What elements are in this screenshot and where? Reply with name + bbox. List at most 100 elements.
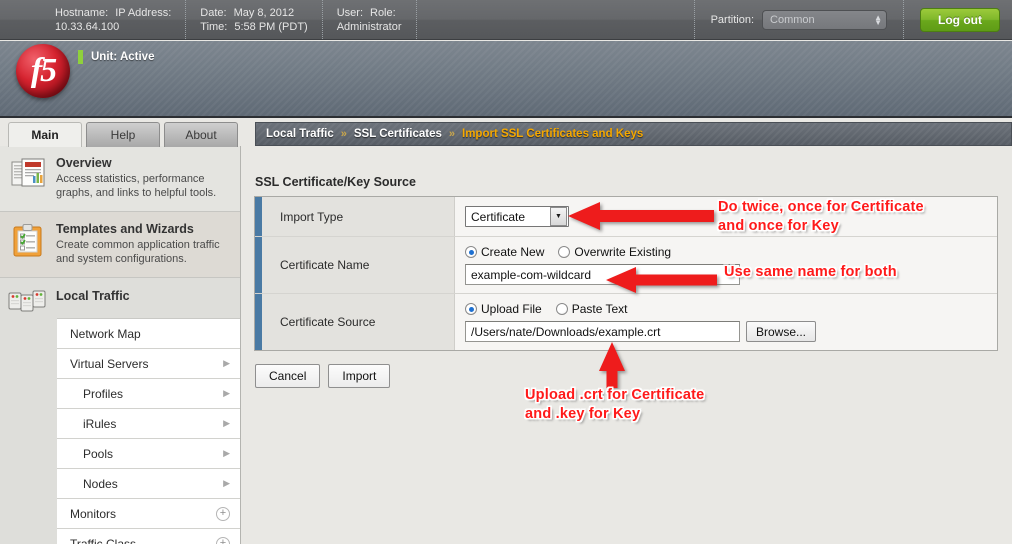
sidebar-item-profiles[interactable]: Profiles ▶: [57, 379, 240, 409]
sidebar-block-templates-and-wizards[interactable]: Templates and Wizards Create common appl…: [0, 212, 240, 278]
sidebar-item-irules[interactable]: iRules ▶: [57, 409, 240, 439]
browse-button[interactable]: Browse...: [746, 321, 817, 342]
import-button[interactable]: Import: [328, 364, 391, 388]
chevron-right-icon: ▶: [223, 418, 230, 428]
sidebar-item-label: Profiles: [83, 386, 124, 401]
cancel-button[interactable]: Cancel: [255, 364, 321, 388]
sidebar-item-label: Nodes: [83, 476, 118, 491]
clipboard-icon: [8, 222, 48, 266]
hostname-label: Hostname:: [55, 6, 109, 19]
sidebar-item-network-map[interactable]: Network Map: [57, 319, 240, 349]
topbar-spacer: [417, 0, 695, 39]
chevron-right-icon: ▶: [223, 448, 230, 458]
hostname-info-cell: Hostname: IP Address: 10.33.64.100: [0, 0, 187, 39]
sidebar-item-label: iRules: [83, 416, 117, 431]
radio-paste-text[interactable]: [555, 303, 568, 315]
user-info-cell: User: Role: Administrator: [323, 0, 417, 39]
chevron-down-icon: ▼: [550, 207, 567, 226]
sidebar-block-overview[interactable]: Overview Access statistics, performance …: [0, 146, 240, 212]
form-row-certificate-name: Certificate Name Create New Overwrite Ex…: [255, 237, 997, 294]
f5-bigip-admin-page: Hostname: IP Address: 10.33.64.100 Date:…: [0, 0, 1012, 544]
sidebar-item-label: Pools: [83, 446, 114, 461]
breadcrumb-item-local-traffic[interactable]: Local Traffic: [266, 128, 334, 140]
certificate-name-input-value: example-com-wildcard: [471, 267, 592, 282]
sidebar-block-title: Templates and Wizards: [56, 222, 194, 236]
f5-logo: f5: [16, 44, 70, 98]
top-info-bar: Hostname: IP Address: 10.33.64.100 Date:…: [0, 0, 1012, 40]
sidebar-item-label: Traffic Class: [70, 536, 137, 544]
sidebar-nav-list: Network Map Virtual Servers ▶ Profiles ▶…: [57, 318, 240, 544]
form-action-buttons: Cancel Import: [255, 364, 391, 388]
sidebar-block-body: Templates and Wizards Create common appl…: [56, 222, 232, 266]
tab-help[interactable]: Help: [86, 122, 160, 147]
servers-icon: [8, 286, 48, 314]
sidebar-item-traffic-class[interactable]: Traffic Class +: [57, 529, 240, 544]
breadcrumb-item-current: Import SSL Certificates and Keys: [462, 128, 644, 140]
date-value: May 8, 2012: [233, 6, 295, 19]
radio-upload-file-label: Upload File: [481, 302, 542, 316]
ip-address-label: IP Address:: [115, 6, 172, 19]
certificate-source-radio-group: Upload File Paste Text: [465, 302, 987, 316]
row-accent-bar: [255, 294, 262, 350]
breadcrumb-separator-icon: »: [340, 128, 347, 140]
left-sidebar: Overview Access statistics, performance …: [0, 146, 241, 544]
sidebar-block-desc: Access statistics, performance graphs, a…: [56, 173, 217, 199]
file-picker-row: /Users/nate/Downloads/example.crt Browse…: [465, 321, 987, 342]
radio-upload-file[interactable]: [465, 303, 477, 315]
import-type-label: Import Type: [262, 197, 455, 236]
import-type-value-cell: Certificate ▼: [455, 197, 997, 236]
partition-label: Partition:: [710, 13, 755, 26]
status-pip-icon: [78, 50, 83, 64]
radio-overwrite-existing-label: Overwrite Existing: [574, 245, 672, 259]
sidebar-item-nodes[interactable]: Nodes ▶: [57, 469, 240, 499]
sidebar-item-virtual-servers[interactable]: Virtual Servers ▶: [57, 349, 240, 379]
form-row-import-type: Import Type Certificate ▼: [255, 197, 997, 237]
import-type-select[interactable]: Certificate ▼: [465, 206, 569, 227]
certificate-file-path-value: /Users/nate/Downloads/example.crt: [471, 324, 661, 339]
ssl-source-form-panel: Import Type Certificate ▼ Certificate Na…: [254, 196, 998, 351]
spinner-arrows-icon: ▲ ▼: [874, 12, 883, 27]
sidebar-item-label: Virtual Servers: [70, 356, 149, 371]
radio-overwrite-existing[interactable]: [558, 246, 571, 258]
plus-circle-icon[interactable]: +: [216, 536, 230, 544]
radio-create-new-label: Create New: [481, 245, 545, 259]
time-label: Time:: [200, 20, 228, 33]
partition-selector-group: Partition: Common ▲ ▼: [695, 0, 905, 39]
row-accent-bar: [255, 237, 262, 293]
certificate-file-path-input[interactable]: /Users/nate/Downloads/example.crt: [465, 321, 740, 342]
sidebar-item-label: Monitors: [70, 506, 117, 521]
ip-address-value: 10.33.64.100: [55, 20, 120, 33]
tab-about[interactable]: About: [164, 122, 238, 147]
tab-main[interactable]: Main: [8, 122, 82, 147]
sidebar-block-desc: Create common application traffic and sy…: [56, 239, 220, 265]
logout-button[interactable]: Log out: [920, 7, 1000, 32]
page-title: SSL Certificate/Key Source: [255, 175, 416, 189]
plus-circle-icon[interactable]: +: [216, 506, 230, 521]
form-row-certificate-source: Certificate Source Upload File Paste Tex…: [255, 294, 997, 350]
certificate-name-value-cell: Create New Overwrite Existing example-co…: [455, 237, 997, 293]
unit-status-indicator: Unit: Active: [78, 50, 154, 64]
sidebar-block-title: Overview: [56, 156, 112, 170]
datetime-info-cell: Date: May 8, 2012 Time: 5:58 PM (PDT): [186, 0, 323, 39]
chevron-right-icon: ▶: [223, 358, 230, 368]
certificate-source-value-cell: Upload File Paste Text /Users/nate/Downl…: [455, 294, 997, 350]
sidebar-item-pools[interactable]: Pools ▶: [57, 439, 240, 469]
sidebar-item-monitors[interactable]: Monitors +: [57, 499, 240, 529]
breadcrumb-item-ssl-certificates[interactable]: SSL Certificates: [354, 128, 442, 140]
import-type-select-value: Certificate: [471, 209, 526, 224]
user-label: User:: [336, 6, 363, 19]
certificate-source-label: Certificate Source: [262, 294, 455, 350]
radio-create-new[interactable]: [465, 246, 477, 258]
breadcrumb-separator-icon: »: [448, 128, 455, 140]
sidebar-section-local-traffic-header: Local Traffic: [0, 278, 240, 318]
chevron-right-icon: ▶: [223, 388, 230, 398]
main-tab-bar: Main Help About: [8, 122, 238, 147]
row-accent-bar: [255, 197, 262, 236]
sidebar-block-body: Overview Access statistics, performance …: [56, 156, 232, 200]
date-label: Date:: [200, 6, 227, 19]
time-value: 5:58 PM (PDT): [234, 20, 308, 33]
sidebar-item-label: Network Map: [70, 326, 141, 341]
partition-select[interactable]: Common ▲ ▼: [762, 9, 888, 30]
certificate-name-input[interactable]: example-com-wildcard: [465, 264, 740, 285]
radio-paste-text-label: Paste Text: [571, 302, 628, 316]
